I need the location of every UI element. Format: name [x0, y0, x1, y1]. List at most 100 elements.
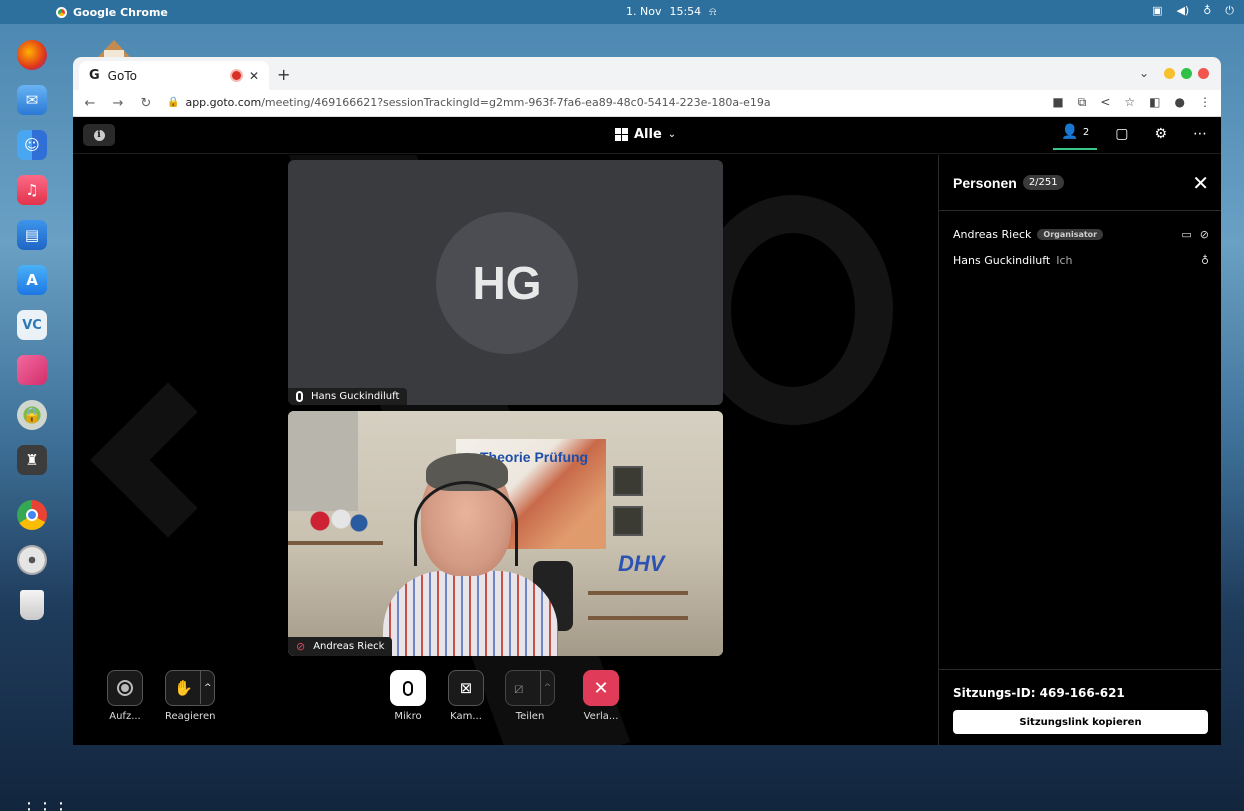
bookmark-star-icon[interactable]: ☆ [1124, 95, 1135, 110]
close-panel-icon[interactable]: ✕ [1192, 171, 1209, 195]
maximize-button[interactable] [1181, 68, 1192, 79]
participant-avatar: HG [436, 212, 578, 354]
meeting-top-actions: 👤 2 ▢ ⚙ ⋯ [1053, 124, 1207, 150]
mic-button[interactable] [390, 670, 426, 706]
camera-in-use-icon[interactable]: ■ [1052, 95, 1063, 110]
chrome-small-icon [56, 6, 67, 18]
video-shelf [588, 616, 688, 620]
info-icon: i [93, 129, 105, 141]
goto-favicon: G [89, 68, 100, 83]
react-button[interactable]: ✋ ^ [165, 670, 216, 706]
record-button[interactable] [107, 670, 143, 706]
security-agent-icon[interactable]: 🔒 [17, 400, 47, 430]
video-room-window [288, 411, 358, 511]
person-row-andreas[interactable]: Andreas Rieck Organisator ▭ ⊘ [953, 225, 1209, 243]
video-shelf [588, 591, 688, 595]
mic-tray-icon[interactable]: ♁ [1203, 4, 1211, 18]
microphone-muted-icon: ⊘ [1199, 227, 1209, 241]
new-tab-button[interactable]: + [277, 65, 290, 84]
leave-control: ✕ Verla... [583, 670, 619, 722]
screen-share-icon: ▭ [1181, 227, 1192, 241]
active-app-menu[interactable]: Google Chrome [56, 6, 168, 19]
browser-window: G GoTo ✕ + ⌄ ← → ↻ 🔒 app.goto.com/meetin… [73, 57, 1221, 745]
people-panel-count: 2/251 [1022, 175, 1064, 190]
video-shelf-items [308, 501, 368, 541]
chat-icon[interactable]: ▢ [1115, 126, 1128, 142]
finder-icon[interactable]: ☺ [17, 130, 47, 160]
video-wall-picture [613, 506, 643, 536]
video-shelf [288, 541, 383, 545]
back-arrow-icon[interactable]: ← [79, 96, 101, 111]
mic-control: Mikro [390, 670, 426, 722]
person-row-hans[interactable]: Hans Guckindiluft Ich ♁ [953, 251, 1209, 269]
power-icon[interactable]: ⏻ [1225, 4, 1234, 18]
camera-off-icon: ⊠ [459, 679, 473, 697]
camera-control: ⊠ Kam... [448, 670, 484, 722]
camera-button[interactable]: ⊠ [448, 670, 484, 706]
people-panel: Personen 2/251 ✕ Andreas Rieck Organisat… [938, 155, 1221, 745]
music-icon[interactable]: ♫ [17, 175, 47, 205]
record-control: Aufz... [107, 670, 143, 722]
pink-app-icon[interactable] [17, 355, 47, 385]
display-icon[interactable]: ▣ [1152, 4, 1162, 18]
settings-gear-icon[interactable]: ⚙ [1154, 126, 1167, 142]
background-ring-shape [693, 195, 893, 425]
microphone-muted-icon: ⊘ [296, 640, 306, 653]
meeting-app: i Alle ⌄ 👤 2 ▢ ⚙ ⋯ HG Hans Guckindiluft … [73, 118, 1221, 745]
more-options-icon[interactable]: ⋯ [1193, 126, 1207, 142]
reload-icon[interactable]: ↻ [135, 96, 157, 111]
pages-icon[interactable]: ▤ [17, 220, 47, 250]
tab-title: GoTo [107, 68, 137, 83]
chevron-down-icon: ⌄ [667, 129, 677, 140]
lock-icon[interactable]: 🔒 [167, 97, 179, 108]
mic-label: Mikro [394, 711, 422, 722]
person-name: Andreas Rieck [953, 227, 1032, 241]
microphone-icon [296, 391, 303, 402]
url-field[interactable]: 🔒 app.goto.com/meeting/469166621?session… [167, 96, 771, 109]
video-person-shirt [383, 571, 558, 656]
volume-icon[interactable]: ◀) [1176, 4, 1189, 18]
self-label: Ich [1056, 253, 1073, 267]
close-window-button[interactable] [1198, 68, 1209, 79]
side-panel-icon[interactable]: ◧ [1149, 95, 1160, 110]
grid-view-icon [615, 128, 628, 141]
person-status-icons: ♁ [1201, 254, 1209, 267]
firefox-icon[interactable] [17, 40, 47, 70]
view-selector[interactable]: Alle ⌄ [615, 127, 676, 142]
status-tray: ▣ ◀) ♁ ⏻ [1152, 4, 1234, 18]
active-app-name: Google Chrome [73, 5, 168, 19]
trash-icon[interactable] [20, 590, 44, 620]
app-store-icon[interactable]: A [17, 265, 47, 295]
tab-goto[interactable]: G GoTo ✕ [79, 61, 269, 90]
menu-clock[interactable]: 1. Nov 15:54 ⍾ [626, 5, 716, 19]
tab-search-chevron-icon[interactable]: ⌄ [1139, 66, 1149, 80]
url-path: /meeting/469166621?sessionTrackingId=g2m… [261, 96, 771, 109]
person-icon: 👤 [1061, 124, 1079, 140]
share-button[interactable]: ⧄ ^ [505, 670, 555, 706]
share-icon[interactable]: < [1100, 95, 1110, 110]
keychain-icon[interactable]: ♜ [17, 445, 47, 475]
translate-icon[interactable]: ⧉ [1078, 95, 1087, 110]
copy-session-link-button[interactable]: Sitzungslink kopieren [953, 710, 1208, 734]
browser-menu-icon[interactable]: ⋮ [1199, 95, 1211, 110]
veracrypt-icon[interactable]: VC [17, 310, 47, 340]
background-chevron-shape [90, 382, 246, 538]
participant-tile-andreas[interactable]: Theorie Prüfung DHV ⊘ Andreas Rieck [288, 411, 723, 656]
notification-icon[interactable]: ⍾ [709, 5, 716, 19]
microphone-icon [403, 680, 413, 696]
react-options-chevron-icon[interactable]: ^ [200, 671, 214, 704]
share-options-chevron-icon[interactable]: ^ [540, 671, 554, 704]
close-tab-icon[interactable]: ✕ [249, 69, 259, 83]
os-menu-bar: Google Chrome 1. Nov 15:54 ⍾ ▣ ◀) ♁ ⏻ [0, 0, 1244, 24]
forward-arrow-icon[interactable]: → [107, 96, 129, 111]
people-button[interactable]: 👤 2 [1053, 124, 1097, 150]
dvd-player-icon[interactable] [17, 545, 47, 575]
meeting-info-button[interactable]: i [83, 124, 115, 146]
participant-tile-hans[interactable]: HG Hans Guckindiluft [288, 160, 723, 405]
chrome-icon[interactable] [17, 500, 47, 530]
profile-icon[interactable]: ● [1175, 95, 1185, 110]
apps-grid-icon[interactable]: ⋮⋮⋮ [20, 799, 70, 811]
minimize-button[interactable] [1164, 68, 1175, 79]
mail-icon[interactable]: ✉ [17, 85, 47, 115]
leave-button[interactable]: ✕ [583, 670, 619, 706]
